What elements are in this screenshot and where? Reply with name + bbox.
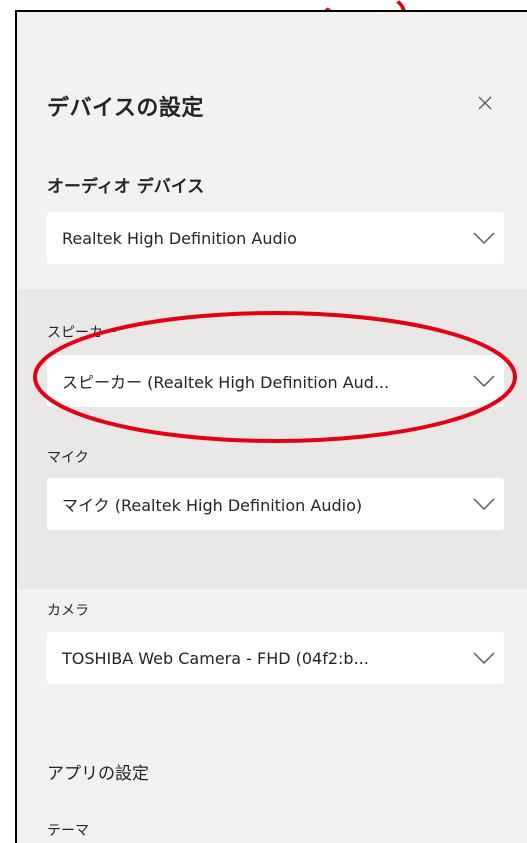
camera-dropdown[interactable]: TOSHIBA Web Camera - FHD (04f2:b...: [47, 632, 504, 684]
theme-label: テーマ: [47, 823, 89, 839]
mic-dropdown[interactable]: マイク (Realtek High Definition Audio): [47, 478, 504, 530]
mic-value: マイク (Realtek High Definition Audio): [62, 496, 363, 515]
speaker-value: スピーカー (Realtek High Definition Aud...: [62, 373, 390, 392]
panel-title: デバイスの設定: [47, 96, 204, 121]
audio-device-heading: オーディオ デバイス: [47, 177, 205, 197]
camera-label: カメラ: [47, 603, 89, 619]
screenshot-frame: デバイスの設定 オーディオ デバイス Realtek High Definiti…: [0, 0, 527, 843]
chevron-down-icon: [464, 478, 504, 530]
app-settings-heading: アプリの設定: [47, 764, 149, 784]
chevron-down-icon: [464, 212, 504, 264]
speaker-dropdown[interactable]: スピーカー (Realtek High Definition Aud...: [47, 355, 504, 407]
camera-value: TOSHIBA Web Camera - FHD (04f2:b...: [62, 648, 369, 668]
chevron-down-icon: [464, 632, 504, 684]
audio-device-value: Realtek High Definition Audio: [62, 228, 297, 248]
audio-device-dropdown[interactable]: Realtek High Definition Audio: [47, 212, 504, 264]
chevron-down-icon: [464, 355, 504, 407]
mic-label: マイク: [47, 450, 89, 466]
device-settings-panel: デバイスの設定 オーディオ デバイス Realtek High Definiti…: [15, 10, 527, 843]
close-button[interactable]: [472, 90, 498, 116]
close-icon: [478, 96, 492, 110]
speaker-label: スピーカー: [47, 325, 117, 341]
